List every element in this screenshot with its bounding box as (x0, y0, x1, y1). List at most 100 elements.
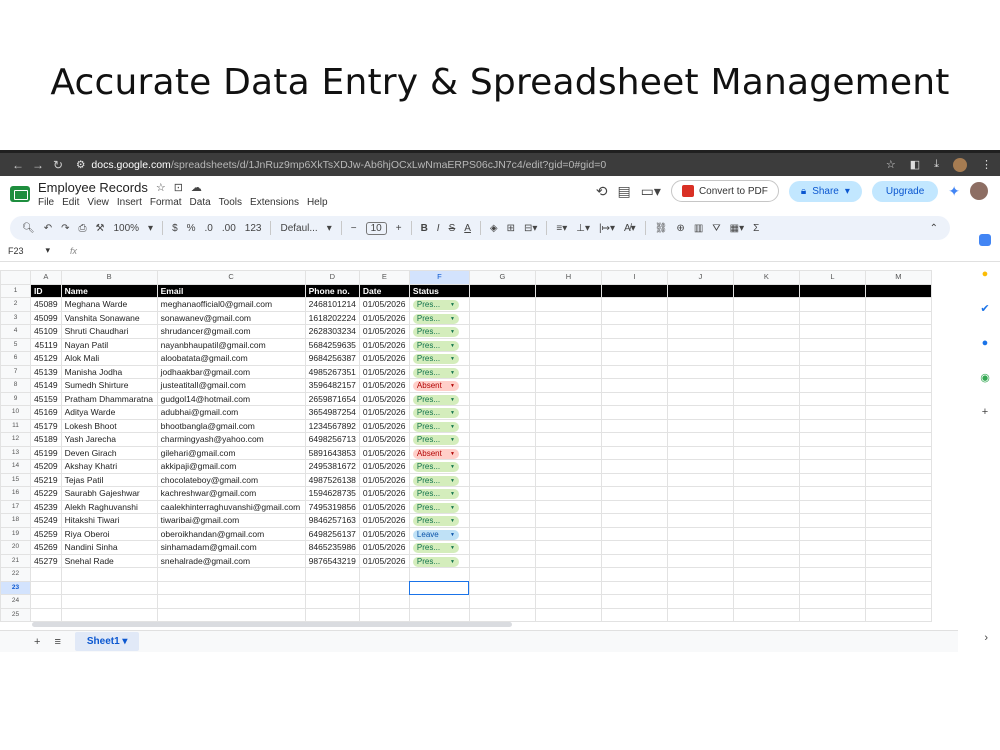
reload-icon[interactable]: ↻ (48, 158, 68, 172)
grid-cell[interactable] (732, 499, 800, 514)
grid-cell[interactable] (600, 391, 668, 406)
column-header-k[interactable]: K (732, 270, 800, 285)
name-cell[interactable]: Yash Jarecha (60, 432, 158, 447)
menu-tools[interactable]: Tools (219, 197, 242, 208)
row-number[interactable]: 15 (0, 472, 31, 487)
undo-icon[interactable]: ↶ (44, 223, 52, 234)
phone-cell[interactable]: 3654987254 (304, 405, 360, 420)
grid-cell[interactable] (468, 378, 536, 393)
grid-cell[interactable] (468, 310, 536, 325)
forward-icon[interactable]: → (28, 158, 48, 172)
grid-cell[interactable] (534, 553, 602, 568)
grid-cell[interactable] (666, 391, 734, 406)
row-number[interactable]: 6 (0, 351, 31, 366)
grid-cell[interactable] (534, 310, 602, 325)
status-cell[interactable]: Pres... (408, 405, 470, 420)
phone-cell[interactable]: 1234567892 (304, 418, 360, 433)
column-header-e[interactable]: E (358, 270, 410, 285)
date-cell[interactable]: 01/05/2026 (358, 486, 410, 501)
column-header-c[interactable]: C (156, 270, 306, 285)
grid-cell[interactable] (358, 580, 410, 595)
status-cell[interactable]: Absent (408, 445, 470, 460)
horizontal-align-icon[interactable]: ≡▾ (556, 223, 567, 234)
status-cell[interactable]: Pres... (408, 553, 470, 568)
grid-cell[interactable] (864, 540, 932, 555)
status-chip-absent[interactable]: Absent (412, 381, 459, 392)
status-chip-present[interactable]: Pres... (412, 462, 459, 473)
grid-cell[interactable] (798, 337, 866, 352)
header-cell[interactable]: Name (60, 283, 158, 298)
row-number[interactable]: 16 (0, 486, 31, 501)
grid-cell[interactable] (864, 472, 932, 487)
row-number[interactable]: 20 (0, 540, 31, 555)
column-header-h[interactable]: H (534, 270, 602, 285)
font-chevron-icon[interactable]: ▾ (327, 223, 332, 234)
name-cell[interactable]: Sumedh Shirture (60, 378, 158, 393)
header-cell[interactable]: ID (30, 283, 62, 298)
phone-cell[interactable]: 5684259635 (304, 337, 360, 352)
grid-cell[interactable] (732, 324, 800, 339)
fill-color-icon[interactable]: ◈ (490, 223, 498, 234)
grid-cell[interactable] (798, 391, 866, 406)
grid-cell[interactable] (864, 553, 932, 568)
status-chip-present[interactable]: Pres... (412, 408, 459, 419)
status-cell[interactable]: Pres... (408, 540, 470, 555)
more-formats-button[interactable]: 123 (245, 223, 262, 234)
name-cell[interactable]: Deven Girach (60, 445, 158, 460)
row-number[interactable]: 21 (0, 553, 31, 568)
grid-cell[interactable] (600, 364, 668, 379)
grid-cell[interactable] (732, 526, 800, 541)
grid-cell[interactable] (468, 526, 536, 541)
grid-cell[interactable] (666, 445, 734, 460)
id-cell[interactable]: 45119 (30, 337, 62, 352)
meet-icon[interactable]: ▭▾ (641, 183, 661, 200)
grid-cell[interactable] (798, 283, 866, 298)
grid-cell[interactable] (600, 405, 668, 420)
id-cell[interactable]: 45139 (30, 364, 62, 379)
grid-cell[interactable] (798, 418, 866, 433)
phone-cell[interactable]: 8465235986 (304, 540, 360, 555)
grid-cell[interactable] (864, 351, 932, 366)
email-cell[interactable]: caalekhinterraghuvanshi@gmail.com (156, 499, 306, 514)
grid-cell[interactable] (156, 567, 306, 582)
browser-menu-icon[interactable]: ⋮ (981, 158, 992, 171)
status-cell[interactable]: Pres... (408, 310, 470, 325)
grid-cell[interactable] (798, 351, 866, 366)
collapse-toolbar-icon[interactable]: ⌃ (930, 223, 938, 234)
id-cell[interactable]: 45269 (30, 540, 62, 555)
maps-icon[interactable]: ◉ (980, 371, 990, 384)
grid-cell[interactable] (666, 351, 734, 366)
expand-side-panel-icon[interactable]: › (984, 632, 988, 644)
status-cell[interactable]: Leave (408, 526, 470, 541)
status-chip-present[interactable]: Pres... (412, 340, 459, 351)
grid-cell[interactable] (534, 445, 602, 460)
grid-cell[interactable] (468, 607, 536, 622)
status-cell[interactable]: Pres... (408, 418, 470, 433)
text-wrap-icon[interactable]: |↦▾ (599, 223, 615, 234)
grid-cell[interactable] (534, 513, 602, 528)
grid-cell[interactable] (864, 405, 932, 420)
status-chip-present[interactable]: Pres... (412, 327, 459, 338)
borders-icon[interactable]: ⊞ (507, 223, 515, 234)
sheet-tab-sheet1[interactable]: Sheet1 ▾ (74, 632, 140, 651)
grid-cell[interactable] (468, 432, 536, 447)
grid-cell[interactable] (468, 351, 536, 366)
phone-cell[interactable]: 2628303234 (304, 324, 360, 339)
grid-cell[interactable] (864, 459, 932, 474)
grid-cell[interactable] (666, 553, 734, 568)
id-cell[interactable]: 45239 (30, 499, 62, 514)
grid-cell[interactable] (864, 324, 932, 339)
row-number[interactable]: 22 (0, 567, 31, 582)
grid-cell[interactable] (732, 486, 800, 501)
name-cell[interactable]: Akshay Khatri (60, 459, 158, 474)
grid-cell[interactable] (798, 405, 866, 420)
grid-cell[interactable] (666, 594, 734, 609)
header-cell[interactable]: Email (156, 283, 306, 298)
email-cell[interactable]: bhootbangla@gmail.com (156, 418, 306, 433)
grid-cell[interactable] (534, 391, 602, 406)
grid-cell[interactable] (798, 324, 866, 339)
grid-cell[interactable] (468, 567, 536, 582)
grid-cell[interactable] (732, 459, 800, 474)
upgrade-button[interactable]: Upgrade (871, 180, 939, 202)
user-avatar[interactable] (970, 182, 988, 200)
